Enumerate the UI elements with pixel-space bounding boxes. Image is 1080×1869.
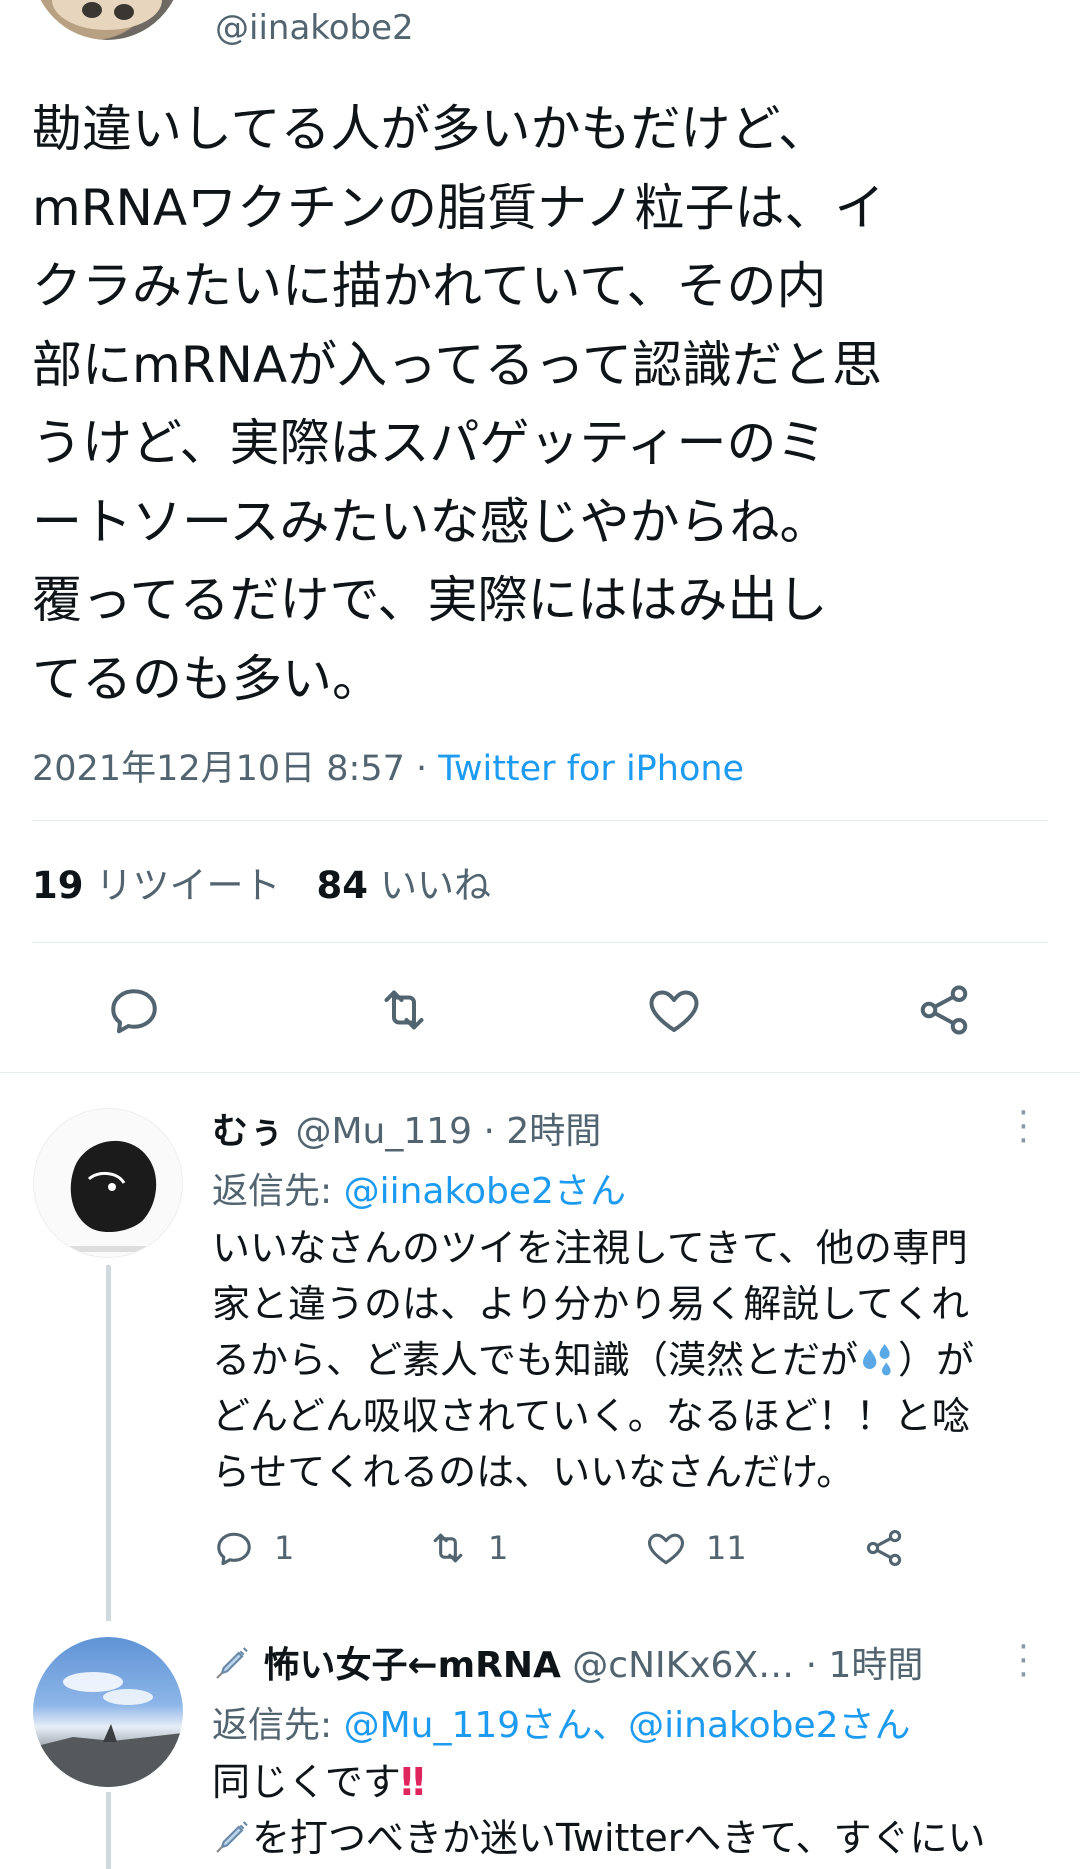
reply-to-line: 返信先: @Mu_119さん、@iinakobe2さん (212, 1696, 911, 1748)
heart-icon (649, 990, 699, 1032)
reply-time[interactable]: 2時間 (506, 1111, 601, 1152)
reply-like-button[interactable]: 11 (644, 1526, 747, 1570)
tweet-stats: 19 リツイート 84 いいね (32, 855, 491, 909)
share-button[interactable] (914, 980, 974, 1040)
share-icon (920, 985, 968, 1035)
reply-header: 怖い女子←mRNA @cNIKx6X… · 1時間 (212, 1636, 923, 1688)
reply-icon (217, 1532, 251, 1566)
tweet-date[interactable]: 2021年12月10日 8:57 (32, 749, 405, 789)
reply-header: むぅ @Mu_119 · 2時間 (212, 1102, 601, 1154)
share-icon (866, 1529, 902, 1567)
like-stat[interactable]: 84 いいね (317, 855, 492, 909)
reply-like-count: 11 (706, 1529, 747, 1567)
retweet-count: 19 (32, 864, 84, 907)
divider (32, 820, 1048, 821)
tweet-meta: 2021年12月10日 8:57 · Twitter for iPhone (32, 740, 744, 791)
reply-author-name[interactable]: むぅ (212, 1111, 284, 1152)
syringe-icon (216, 1821, 248, 1853)
reply-avatar[interactable] (33, 1108, 183, 1258)
reply-body: いいなさんのツイを注視してきて、他の専門 家と違うのは、より分かり易く解説してく… (212, 1220, 1062, 1500)
reply-author-handle[interactable]: @Mu_119 (295, 1111, 472, 1152)
header-separator: · (805, 1645, 829, 1686)
like-button[interactable] (644, 980, 704, 1040)
reply-to-mention[interactable]: @iinakobe2さん (344, 1171, 626, 1212)
divider (0, 1072, 1080, 1073)
divider (32, 942, 1048, 943)
reply-to-prefix: 返信先: (212, 1171, 344, 1212)
header-separator: · (483, 1111, 507, 1152)
retweet-icon (384, 990, 424, 1030)
tweet-text: 勘違いしてる人が多いかもだけど、 mRNAワクチンの脂質ナノ粒子は、イ クラみた… (32, 100, 885, 708)
syringe-icon (216, 1647, 248, 1679)
retweet-button[interactable] (374, 980, 434, 1040)
sweat-drops-icon (863, 1344, 891, 1376)
heart-icon (647, 1533, 685, 1565)
reply-retweet-button[interactable]: 1 (426, 1526, 508, 1570)
retweet-label: リツイート (95, 864, 281, 907)
reply-time[interactable]: 1時間 (828, 1645, 923, 1686)
author-handle[interactable]: @iinakobe2 (215, 8, 414, 48)
reply-to-prefix: 返信先: (212, 1705, 344, 1746)
reply-reply-button[interactable]: 1 (212, 1526, 294, 1570)
thread-line (106, 1265, 111, 1621)
reply-icon (111, 989, 157, 1034)
meta-separator: · (404, 749, 439, 789)
reply-reply-count: 1 (274, 1529, 295, 1567)
more-button[interactable]: · · · (1018, 1630, 1029, 1692)
retweet-icon (433, 1533, 463, 1563)
reply-body-part-1: いいなさんのツイを注視してきて、他の専門 家と違うのは、より分かり易く解説してく… (212, 1226, 969, 1382)
like-label: いいね (380, 864, 491, 907)
double-exclamation-icon: ‼ (400, 1760, 425, 1804)
reply-author-name[interactable]: 怖い女子←mRNA (263, 1645, 560, 1686)
thread-line (106, 1792, 111, 1869)
like-count: 84 (316, 864, 369, 907)
reply-share-button[interactable] (862, 1526, 906, 1570)
reply-avatar[interactable] (33, 1637, 183, 1787)
more-icon: · · · (1018, 1093, 1029, 1161)
reply-retweet-count: 1 (488, 1529, 509, 1567)
reply-to-line: 返信先: @iinakobe2さん (212, 1162, 626, 1214)
more-icon: · · · (1018, 1627, 1029, 1695)
reply-body-line-1: 同じくです (212, 1760, 401, 1804)
tweet-source[interactable]: Twitter for iPhone (438, 749, 744, 789)
author-avatar[interactable] (32, 0, 182, 40)
reply-button[interactable] (104, 980, 164, 1040)
reply-author-handle[interactable]: @cNIKx6X… (572, 1645, 794, 1686)
reply-to-mention[interactable]: @Mu_119さん、@iinakobe2さん (344, 1705, 911, 1746)
reply-body-line-2: を打つべきか迷いTwitterへきて、すぐにい (252, 1816, 986, 1860)
more-button[interactable]: · · · (1018, 1096, 1029, 1158)
reply-body: 同じくです‼ を打つべきか迷いTwitterへきて、すぐにい (212, 1754, 1062, 1866)
retweet-stat[interactable]: 19 リツイート (32, 855, 281, 909)
